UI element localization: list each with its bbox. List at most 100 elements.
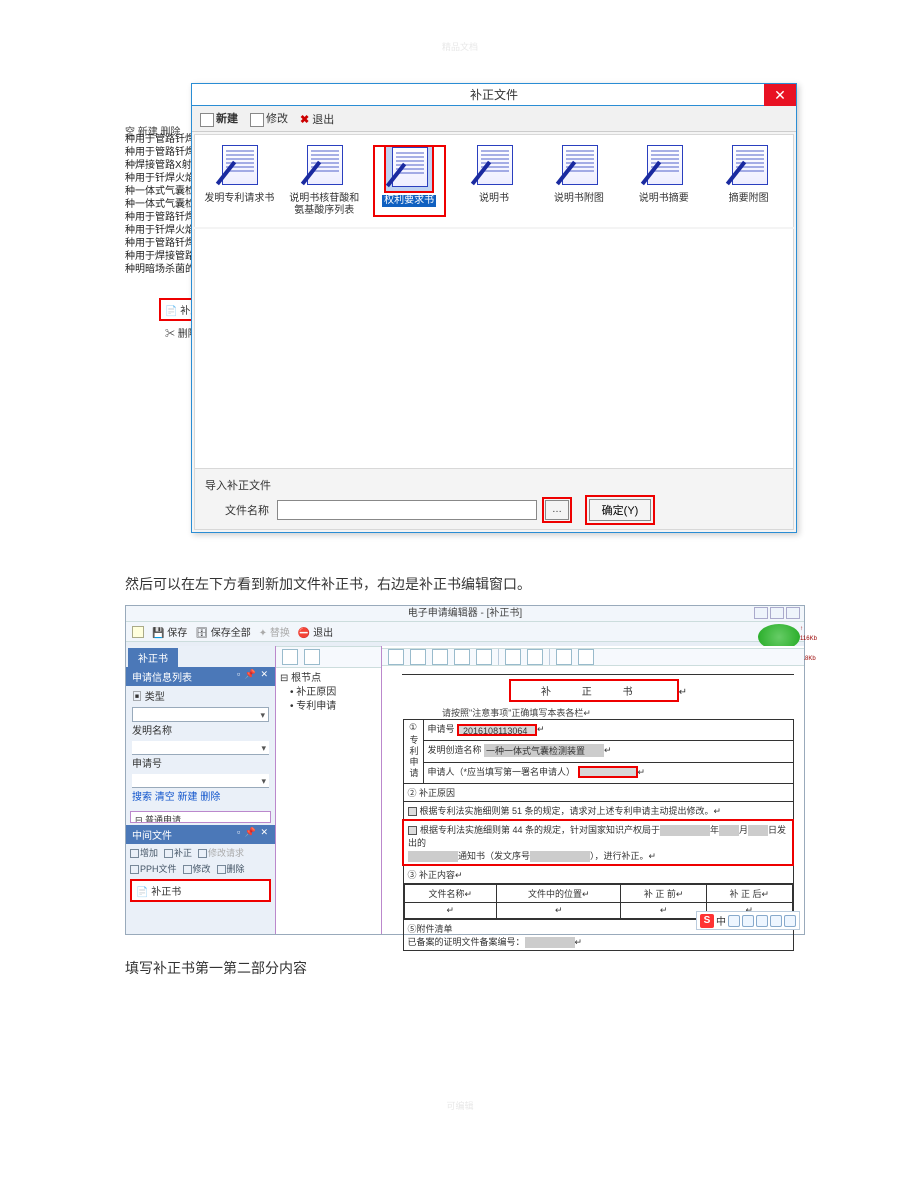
th-before: 补 正 前↵ (621, 885, 707, 903)
ime-lang[interactable]: 中 (716, 913, 726, 928)
save-all-button[interactable]: 🗄 保存全部 (195, 624, 250, 639)
doc-item-label: 权利要求书 (382, 195, 436, 207)
minimize-icon[interactable] (754, 607, 768, 619)
copy-icon[interactable] (410, 649, 426, 665)
file-name-label: 文件名称 (205, 502, 269, 518)
browse-button[interactable]: … (545, 500, 569, 520)
list-item: 种用于钎焊火焰 (125, 172, 191, 185)
image-icon[interactable] (476, 649, 492, 665)
new-button[interactable]: 新建 (200, 110, 238, 126)
list-item: 种一体式气囊检 (125, 185, 191, 198)
a-icon[interactable] (505, 649, 521, 665)
maximize-icon[interactable] (770, 607, 784, 619)
checkbox[interactable] (408, 826, 417, 835)
add-button[interactable]: 增加 (130, 846, 158, 859)
dialog-titlebar: 补正文件 ✕ (192, 84, 796, 106)
ime-menu-icon[interactable] (784, 915, 796, 927)
ime-emoji-icon[interactable] (742, 915, 754, 927)
dialog-title: 补正文件 (470, 88, 518, 102)
name-field[interactable]: 一种一体式气囊检测装置 (484, 744, 604, 757)
file-name-input[interactable] (277, 500, 537, 520)
form-hint: 请按照"注意事项"正确填写本表各栏↵ (442, 706, 794, 719)
type-dropdown[interactable] (132, 707, 269, 722)
midfile-tools: 增加 补正 修改请求 PPH文件 修改 删除 (126, 844, 275, 877)
instruction-paragraph-2: 填写补正书第一第二部分内容 (125, 957, 795, 979)
list-item: 种用于管路钎焊 (125, 146, 191, 159)
form-title: 补 正 书 (509, 679, 679, 702)
checkbox[interactable] (408, 807, 417, 816)
pph-button[interactable]: PPH文件 (130, 862, 177, 875)
panel-pin-icon[interactable]: ▫ 📌 ✕ (237, 827, 269, 842)
left-action-links[interactable]: 搜索 清空 新建 删除 (132, 790, 269, 805)
document-type-grid: 发明专利请求书 说明书核苷酸和氨基酸序列表 权利要求书 说明书 说明书附图 (194, 134, 794, 227)
doc-tab[interactable]: 补正书 (128, 648, 178, 667)
section-2-line2-highlight: 根据专利法实施细则第 44 条的规定，针对国家知识产权局于年月日发出的 通知书（… (403, 820, 793, 865)
exit-button[interactable]: ✖ 退出 (300, 111, 334, 127)
app-titlebar: 电子申请编辑器 - [补正书] (126, 606, 804, 622)
ime-keyboard-icon[interactable] (756, 915, 768, 927)
ime-toolbar[interactable]: S 中 (696, 911, 800, 930)
modify-button[interactable]: 修改 (183, 862, 211, 875)
name-input[interactable] (132, 741, 269, 755)
delete-button[interactable]: 删除 (217, 862, 245, 875)
doc-item-invention-request[interactable]: 发明专利请求书 (203, 145, 276, 217)
midfile-item-highlight[interactable]: 📄 补正书 (130, 879, 271, 902)
doc-item-claims-selected[interactable]: 权利要求书 (373, 145, 446, 217)
zoom-icon[interactable] (556, 649, 572, 665)
modify-request-button[interactable]: 修改请求 (198, 846, 244, 859)
appno-input[interactable] (132, 774, 269, 788)
section-2-line1: 根据专利法实施细则第 51 条的规定，请求对上述专利申请主动提出修改。↵ (403, 802, 793, 821)
list-item: 种明暗场杀菌的 (125, 263, 191, 276)
doc-item-abstract-drawing[interactable]: 摘要附图 (712, 145, 785, 217)
cut-icon[interactable] (388, 649, 404, 665)
panel-pin-icon[interactable]: ▫ 📌 ✕ (237, 669, 269, 684)
section-2-header: ② 补正原因 (403, 784, 793, 802)
doc-item-drawings[interactable]: 说明书附图 (542, 145, 615, 217)
name-label: 发明名称 (132, 724, 269, 739)
app-toolbar: 💾 保存 🗄 保存全部 ✦ 替换 ⛔ 退出 (126, 622, 804, 642)
doc-item-sequence-listing[interactable]: 说明书核苷酸和氨基酸序列表 (288, 145, 361, 217)
window-buttons (754, 607, 800, 619)
watermark-bottom: 可编辑 (125, 1099, 795, 1112)
row-appno: 申请号 2016108113064↵ (423, 720, 793, 741)
exit-icon: ✖ (300, 114, 309, 126)
doc-item-description[interactable]: 说明书 (458, 145, 531, 217)
exit-button[interactable]: ⛔ 退出 (298, 624, 333, 639)
instruction-paragraph-1: 然后可以在左下方看到新加文件补正书，右边是补正书编辑窗口。 (125, 573, 795, 595)
doc-item-abstract[interactable]: 说明书摘要 (627, 145, 700, 217)
correction-button[interactable]: 补正 (164, 846, 192, 859)
close-icon[interactable]: ✕ (764, 84, 796, 106)
undo-icon[interactable] (282, 649, 298, 665)
paste-icon[interactable] (432, 649, 448, 665)
save-button[interactable]: 💾 保存 (152, 624, 187, 639)
editor-panel: 补 正 书↵ 请按照"注意事项"正确填写本表各栏↵ ① 专利申请 申请号 201… (382, 646, 804, 934)
close-icon[interactable] (786, 607, 800, 619)
list-item: 种焊接管路X射 (125, 159, 191, 172)
appno-label: 申请号 (132, 757, 269, 772)
table-icon[interactable] (454, 649, 470, 665)
th-location: 文件中的位置↵ (497, 885, 621, 903)
doc-item-label: 摘要附图 (712, 193, 785, 205)
import-group-label: 导入补正文件 (205, 477, 783, 493)
screenshot-1: 空 新建 删除 种用于管路钎焊 种用于管路钎焊 种焊接管路X射 种用于钎焊火焰 … (125, 83, 795, 533)
ime-settings-icon[interactable] (770, 915, 782, 927)
sogou-icon[interactable]: S (700, 914, 714, 928)
new-icon (200, 113, 214, 127)
replace-button[interactable]: ✦ 替换 (259, 624, 290, 639)
structure-tree[interactable]: ⊟ 根节点 • 补正原因 • 专利申请 (280, 672, 377, 714)
a2-icon[interactable] (527, 649, 543, 665)
bg-application-list: 种用于管路钎焊 种用于管路钎焊 种焊接管路X射 种用于钎焊火焰 种一体式气囊检 … (125, 133, 191, 276)
modify-button[interactable]: 修改 (250, 110, 288, 126)
print-icon[interactable] (578, 649, 594, 665)
appno-field[interactable]: 2016108113064 (457, 724, 537, 736)
redo-icon[interactable] (304, 649, 320, 665)
application-tree[interactable]: ⊟ 普通申请 ├ 种一体式气囊检测装置(2016108113064) └ 种一体… (130, 811, 271, 823)
correction-file-dialog: 补正文件 ✕ 新建 修改 ✖ 退出 发明专利请求书 说明书核苷酸和氨基酸序列表 (191, 83, 797, 533)
list-item: 种用于钎焊火焰 (125, 224, 191, 237)
th-after: 补 正 后↵ (706, 885, 792, 903)
ok-button[interactable]: 确定(Y) (589, 499, 651, 521)
import-group: 导入补正文件 文件名称 … 确定(Y) (194, 469, 794, 530)
row-applicant: 申请人（*应当填写第一署名申请人） ↵ (423, 762, 793, 783)
ime-punct-icon[interactable] (728, 915, 740, 927)
applicant-field[interactable] (578, 766, 638, 778)
